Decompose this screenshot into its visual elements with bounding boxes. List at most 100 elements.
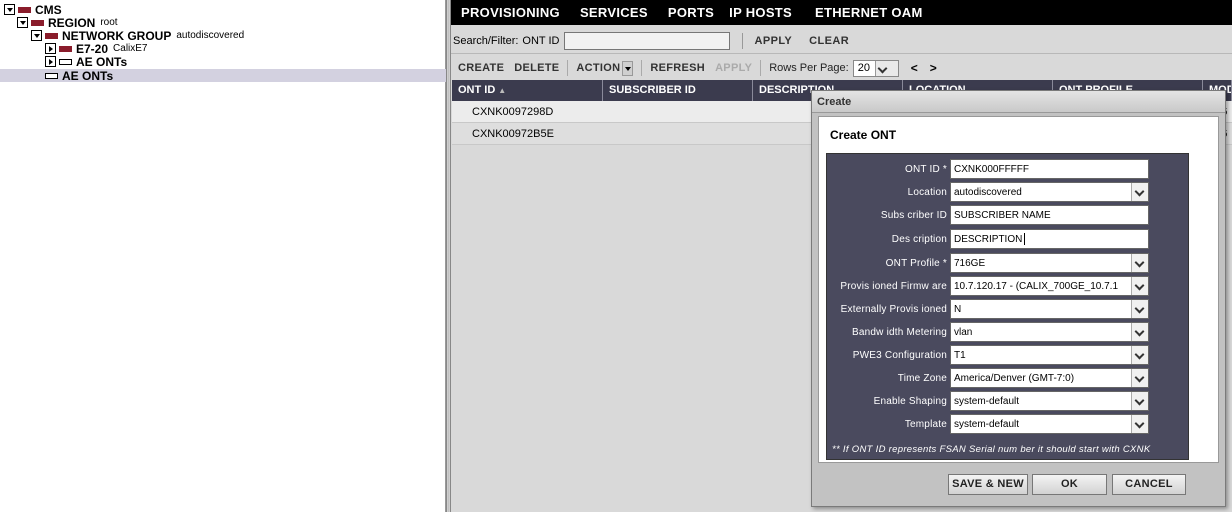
apply-button[interactable]: APPLY [715, 62, 752, 74]
tree-node-region[interactable]: REGION root [17, 15, 118, 30]
subscriber-id-label: Subs criber ID [880, 209, 947, 221]
action-menu[interactable]: ACTION [576, 60, 634, 76]
time-zone-value: America/Denver (GMT-7:0) [954, 372, 1075, 384]
tree-node-cms[interactable]: CMS [4, 3, 62, 17]
ok-button[interactable]: OK [1032, 474, 1107, 495]
chevron-down-icon[interactable] [1131, 254, 1148, 272]
expand-icon[interactable] [45, 43, 56, 54]
folder-icon [45, 72, 58, 79]
column-header-label: SUBSCRIBER ID [609, 84, 696, 96]
chevron-down-icon[interactable] [1131, 346, 1148, 364]
ont-profile-value: 716GE [954, 257, 986, 269]
description-value: DESCRIPTION [954, 233, 1023, 245]
tree-node-label: REGION [48, 15, 96, 30]
chevron-down-icon[interactable] [1131, 392, 1148, 410]
tree-node-label: NETWORK GROUP [62, 28, 172, 43]
form-row-subscriber-id: Subs criber ID SUBSCRIBER NAME [827, 205, 1190, 225]
chevron-down-icon[interactable] [1131, 369, 1148, 387]
bandwidth-metering-value: vlan [954, 326, 973, 338]
toolbar: CREATE DELETE ACTION REFRESH APPLY Rows … [451, 57, 1232, 79]
next-page-button[interactable]: > [930, 61, 937, 75]
enable-shaping-select[interactable]: system-default [950, 391, 1149, 411]
save-and-new-button[interactable]: SAVE & NEW [948, 474, 1028, 495]
tab-ip-hosts[interactable]: IP HOSTS [729, 5, 792, 20]
text-cursor [1024, 233, 1026, 245]
pwe3-configuration-label: PWE3 Configuration [852, 349, 947, 361]
form-row-description: Des cription DESCRIPTION [827, 229, 1190, 249]
column-header-subscriber-id[interactable]: SUBSCRIBER ID [603, 80, 753, 101]
pwe3-configuration-select[interactable]: T1 [950, 345, 1149, 365]
ont-profile-label: ONT Profile * [885, 257, 947, 269]
tab-ethernet-oam[interactable]: ETHERNET OAM [815, 5, 923, 20]
firmware-label: Provis ioned Firmw are [840, 280, 947, 292]
tab-services[interactable]: SERVICES [580, 5, 648, 20]
pwe3-configuration-value: T1 [954, 349, 966, 361]
description-input[interactable]: DESCRIPTION [950, 229, 1149, 249]
action-menu-label[interactable]: ACTION [576, 62, 620, 74]
tree-node-e7-20[interactable]: E7-20 CalixE7 [45, 41, 148, 56]
tree-node-label: E7-20 [76, 41, 109, 56]
subscriber-id-input[interactable]: SUBSCRIBER NAME [950, 205, 1149, 225]
ont-profile-select[interactable]: 716GE [950, 253, 1149, 273]
description-label: Des cription [891, 233, 947, 245]
delete-button[interactable]: DELETE [514, 62, 559, 74]
chevron-down-icon[interactable] [1131, 323, 1148, 341]
externally-provisioned-select[interactable]: N [950, 299, 1149, 319]
form-row-time-zone: Time Zone America/Denver (GMT-7:0) [827, 368, 1190, 388]
template-select[interactable]: system-default [950, 414, 1149, 434]
collapse-icon[interactable] [17, 17, 28, 28]
divider [741, 32, 743, 49]
firmware-value: 10.7.120.17 - (CALIX_700GE_10.7.1 [954, 280, 1119, 292]
region-icon [31, 19, 44, 26]
filter-label: Search/Filter: [453, 34, 519, 47]
tree-node-network-group[interactable]: NETWORK GROUP autodiscovered [31, 28, 245, 43]
prev-page-button[interactable]: < [911, 61, 918, 75]
create-ont-form: ONT ID * CXNK000FFFFF Location autodisco… [826, 153, 1189, 460]
tree-node-sublabel: autodiscovered [176, 30, 245, 41]
collapse-icon[interactable] [4, 4, 15, 15]
bandwidth-metering-select[interactable]: vlan [950, 322, 1149, 342]
network-group-icon [45, 32, 58, 39]
form-row-template: Template system-default [827, 414, 1190, 434]
navigation-tree: CMS REGION root NETWORK GROUP autodiscov… [0, 0, 446, 512]
dialog-heading: Create ONT [830, 128, 897, 142]
collapse-icon[interactable] [31, 30, 42, 41]
rows-per-page-select[interactable]: 20 [852, 59, 899, 77]
dialog-title-bar[interactable]: Create [812, 91, 1225, 113]
column-header-label: ONT ID [458, 84, 496, 96]
externally-provisioned-value: N [954, 303, 962, 315]
chevron-down-icon[interactable] [875, 60, 898, 76]
firmware-select[interactable]: 10.7.120.17 - (CALIX_700GE_10.7.1 [950, 276, 1149, 296]
form-row-ont-profile: ONT Profile * 716GE [827, 253, 1190, 273]
sort-ascending-icon[interactable]: ▲ [498, 86, 506, 95]
column-header-ont-id[interactable]: ONT ID ▲ [452, 80, 603, 101]
clear-filter-button[interactable]: CLEAR [809, 35, 849, 47]
refresh-button[interactable]: REFRESH [650, 62, 705, 74]
chevron-down-icon[interactable] [1131, 183, 1148, 201]
tab-provisioning[interactable]: PROVISIONING [461, 5, 560, 20]
template-label: Template [904, 418, 947, 430]
rows-per-page-label: Rows Per Page: [769, 62, 849, 74]
search-input[interactable] [563, 31, 730, 50]
location-select[interactable]: autodiscovered [950, 182, 1149, 202]
device-icon [59, 45, 72, 52]
create-button[interactable]: CREATE [458, 62, 504, 74]
time-zone-select[interactable]: America/Denver (GMT-7:0) [950, 368, 1149, 388]
cancel-button[interactable]: CANCEL [1112, 474, 1186, 495]
create-ont-dialog: Create Create ONT ONT ID * CXNK000FFFFF … [811, 90, 1226, 507]
expand-icon[interactable] [45, 56, 56, 67]
chevron-down-icon[interactable] [1131, 277, 1148, 295]
cms-icon [18, 6, 31, 13]
location-value: autodiscovered [954, 186, 1022, 198]
location-label: Location [907, 186, 947, 198]
template-value: system-default [954, 418, 1020, 430]
chevron-down-icon[interactable] [1131, 415, 1148, 433]
ont-id-input[interactable]: CXNK000FFFFF [950, 159, 1149, 179]
tab-ports[interactable]: PORTS [668, 5, 714, 20]
chevron-down-icon[interactable] [1131, 300, 1148, 318]
tree-node-ae-onts-2[interactable]: AE ONTs [45, 69, 113, 83]
tree-node-ae-onts-1[interactable]: AE ONTs [45, 55, 127, 69]
dropdown-arrow-icon[interactable] [622, 60, 634, 76]
ont-id-cell: CXNK00972B5E [472, 127, 554, 140]
apply-filter-button[interactable]: APPLY [755, 35, 793, 47]
